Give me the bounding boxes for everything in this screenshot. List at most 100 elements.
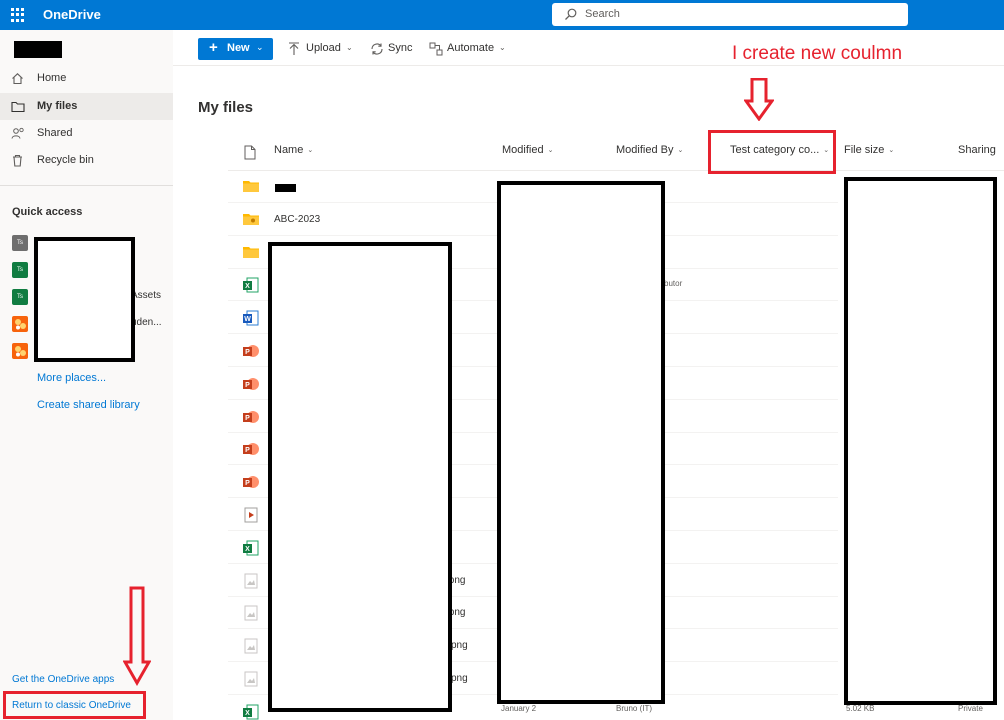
nav-item-label: Home [37,72,67,84]
svg-text:P: P [245,382,250,389]
annotation-box-column [708,130,836,174]
file-type-header-icon[interactable] [244,145,256,160]
get-onedrive-apps-link[interactable]: Get the OneDrive apps [12,674,114,685]
powerpoint-file-icon: P [243,441,259,462]
group-site-icon [12,316,28,332]
column-header-label: File size [844,144,885,156]
nav-item-shared[interactable]: Shared [0,120,173,147]
annotation-box-classic [3,691,146,719]
chevron-down-icon: ⌄ [256,42,264,52]
site-badge-icon: Ts [12,262,28,278]
recycle-bin-icon [13,154,22,167]
folder-icon [11,101,25,113]
powerpoint-file-icon: P [243,376,259,397]
image-file-icon [243,638,259,659]
quick-access-label: Assets [131,290,162,301]
column-header-label: Name [274,144,304,156]
sync-button[interactable]: Sync [370,42,415,58]
chevron-down-icon: ⌄ [547,147,554,155]
site-badge-icon: Ts [12,289,28,305]
create-shared-library-link[interactable]: Create shared library [37,399,140,411]
more-places-link[interactable]: More places... [37,372,106,384]
home-icon [12,73,23,85]
last-row-sharing: Private [958,704,983,713]
column-header-name[interactable]: Name ⌄ [274,144,313,162]
column-header-label: Modified By [616,144,674,156]
redaction-box [275,184,296,192]
upload-label: Upload [306,42,341,54]
word-file-icon: W [243,310,259,331]
nav-item-label: Shared [37,127,73,139]
page-title: My files [198,99,254,116]
nav-item-recycle-bin[interactable]: Recycle bin [0,147,173,174]
chevron-down-icon: ⌄ [346,43,353,52]
svg-text:X: X [245,546,250,553]
powerpoint-file-icon: P [243,343,259,364]
video-file-icon [243,507,259,528]
new-button-label: New [227,42,250,54]
column-header-label: Sharing [958,144,996,156]
redaction-box [268,242,452,712]
upload-button[interactable]: Upload ⌄ [288,42,358,58]
last-row-modified-by: Bruno (IT) [616,704,653,713]
top-bar: OneDrive Search [0,0,1004,30]
app-title[interactable]: OneDrive [43,7,101,22]
excel-file-icon: X [243,704,259,720]
shared-icon [11,127,24,139]
plus-icon: + [209,39,218,56]
column-header-file-size[interactable]: File size ⌄ [844,144,894,162]
annotation-arrow-down-icon [123,586,151,686]
app-launcher-icon[interactable] [11,8,25,22]
chevron-down-icon: ⌄ [499,43,506,52]
site-badge-icon: Ts [12,235,28,251]
column-header-modified[interactable]: Modified ⌄ [502,144,553,162]
search-icon [565,8,577,20]
nav-item-home[interactable]: Home [0,65,173,92]
automate-button[interactable]: Automate ⌄ [429,42,511,58]
annotation-arrow-down-icon [744,78,774,121]
redaction-box [844,177,997,705]
upload-icon [289,42,299,55]
annotation-text: I create new coulmn [732,43,903,64]
nav-item-my-files[interactable]: My files [0,93,173,120]
nav-item-label: My files [37,100,78,112]
nav-item-label: Recycle bin [37,154,94,166]
svg-text:P: P [245,447,250,454]
last-row-file-size: 5.02 KB [846,704,875,713]
column-header-label: Modified [502,144,544,156]
powerpoint-file-icon: P [243,409,259,430]
svg-text:X: X [245,710,250,717]
quick-access-label: uden... [131,317,162,328]
redacted-user-name [14,41,62,58]
column-header-modified-by[interactable]: Modified By ⌄ [616,144,683,162]
image-file-icon [243,605,259,626]
chevron-down-icon: ⌄ [677,147,684,155]
automate-icon [429,42,443,56]
new-button[interactable]: + New ⌄ [198,38,273,60]
onedrive-window: OneDrive Search Home My files Shared Rec… [0,0,1004,720]
excel-file-icon: X [243,540,259,561]
chevron-down-icon: ⌄ [307,147,314,155]
last-row-modified: January 2 [501,704,537,713]
sync-label: Sync [388,42,413,54]
file-name[interactable]: ABC-2023 [274,214,320,225]
excel-file-icon: X [243,277,259,298]
folder-file-icon [243,245,259,263]
column-header-sharing[interactable]: Sharing [958,144,996,162]
svg-text:X: X [245,283,250,290]
nav-divider [0,185,173,186]
folder-file-icon [243,179,259,197]
sync-icon [371,43,383,55]
svg-text:P: P [245,349,250,356]
search-box[interactable]: Search [552,3,908,26]
group-site-icon [12,343,28,359]
svg-text:P: P [245,480,250,487]
search-placeholder: Search [585,8,620,20]
powerpoint-file-icon: P [243,474,259,495]
automate-label: Automate [447,42,495,54]
image-file-icon [243,573,259,594]
chevron-down-icon: ⌄ [888,147,895,155]
svg-text:W: W [244,316,251,323]
redaction-box [34,237,135,362]
quick-access-heading: Quick access [12,206,83,218]
